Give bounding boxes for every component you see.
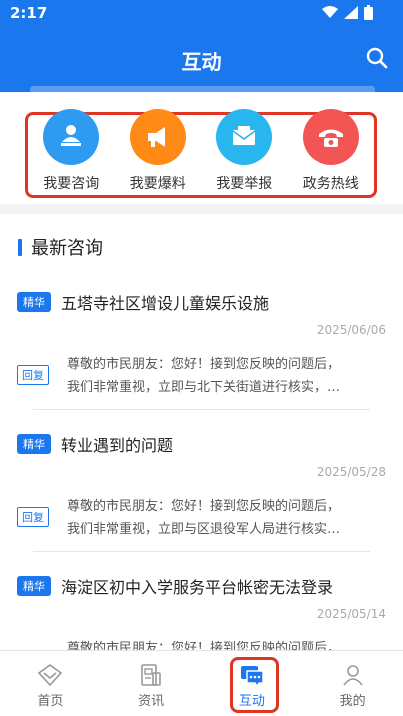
consultation-header: 精华 五塔寺社区增设儿童娱乐设施	[17, 290, 269, 314]
consultation-date: 2025/05/14	[316, 607, 386, 621]
section-header: 最新咨询	[18, 234, 103, 260]
consult-button[interactable]: 我要咨询	[30, 109, 112, 193]
reply-badge: 回复	[17, 507, 49, 527]
item-separator	[33, 409, 370, 410]
section-accent-bar	[18, 238, 22, 256]
header-banner-edge	[30, 86, 375, 92]
consult-icon	[43, 109, 100, 165]
reply-text-line: 我们非常重视，立即与北下关街道进行核实，…	[67, 380, 341, 395]
report-news-label: 我要爆料	[129, 176, 186, 192]
app-header: 2:17 互动	[0, 0, 403, 92]
whistleblow-label: 我要举报	[216, 176, 273, 192]
tab-label: 资讯	[138, 694, 165, 709]
phone-icon	[302, 109, 359, 165]
mail-icon	[216, 109, 273, 165]
reply-text-line: 尊敬的市民朋友：您好！接到您反映的问题后，	[67, 357, 341, 372]
tab-label: 我的	[339, 694, 366, 709]
consultation-date: 2025/05/28	[316, 465, 386, 479]
featured-badge: 精华	[17, 434, 51, 454]
profile-icon	[342, 665, 363, 686]
tab-home[interactable]: 首页	[0, 651, 101, 716]
tab-label: 首页	[37, 694, 64, 709]
consult-label: 我要咨询	[43, 176, 100, 192]
hotline-label: 政务热线	[302, 176, 359, 192]
consultation-date: 2025/06/06	[316, 323, 386, 337]
status-bar: 2:17	[0, 0, 403, 28]
featured-badge: 精华	[17, 292, 51, 312]
section-divider	[0, 204, 403, 214]
hotline-button[interactable]: 政务热线	[290, 109, 372, 193]
tab-profile[interactable]: 我的	[302, 651, 403, 716]
consultation-title: 转业遇到的问题	[61, 436, 174, 455]
signal-icon	[344, 6, 358, 19]
battery-icon	[364, 5, 373, 20]
reply-text-line: 尊敬的市民朋友：您好！接到您反映的问题后，	[67, 499, 341, 514]
reply-badge: 回复	[17, 365, 49, 385]
consultation-title: 五塔寺社区增设儿童娱乐设施	[61, 294, 270, 313]
whistleblow-button[interactable]: 我要举报	[203, 109, 285, 193]
reply-text-line: 我们非常重视，立即与区退役军人局进行核实…	[67, 522, 341, 537]
consultation-header: 精华 转业遇到的问题	[17, 432, 173, 456]
page-title: 互动	[181, 50, 222, 74]
tab-news[interactable]: 资讯	[101, 651, 202, 716]
wifi-icon	[322, 6, 338, 18]
section-title: 最新咨询	[31, 238, 103, 259]
active-tab-highlight	[230, 657, 279, 713]
report-news-button[interactable]: 我要爆料	[117, 109, 199, 193]
item-separator	[33, 551, 370, 552]
search-icon[interactable]	[365, 46, 389, 70]
consultation-title: 海淀区初中入学服务平台帐密无法登录	[61, 578, 334, 597]
consultation-header: 精华 海淀区初中入学服务平台帐密无法登录	[17, 574, 333, 598]
status-time: 2:17	[10, 4, 48, 22]
megaphone-icon	[129, 109, 186, 165]
home-icon	[38, 664, 63, 687]
featured-badge: 精华	[17, 576, 51, 596]
news-icon	[141, 664, 161, 686]
status-icons	[322, 5, 373, 20]
quick-actions: 我要咨询 我要爆料 我要举报 政务热线	[25, 109, 377, 198]
bottom-tab-bar: 首页 资讯 互动 我的	[0, 650, 403, 716]
